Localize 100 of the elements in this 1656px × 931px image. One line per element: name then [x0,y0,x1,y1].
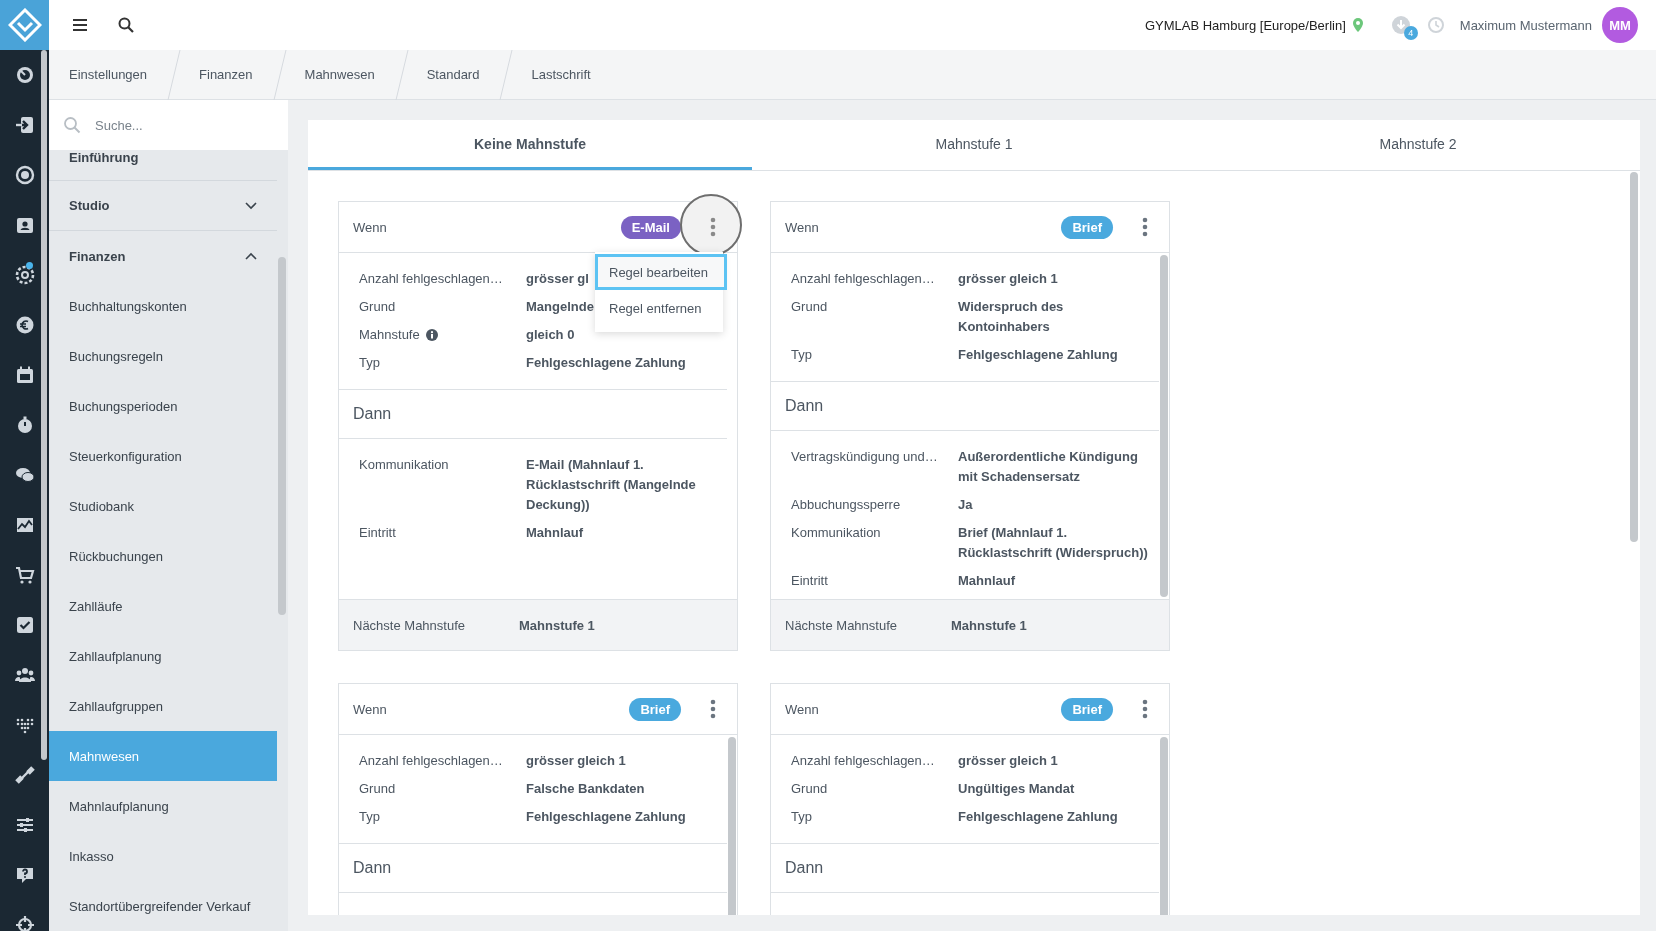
footer-label: Nächste Mahnstufe [353,617,466,633]
search-icon[interactable] [117,16,135,34]
field-label: Grund [791,298,828,316]
field-value: Fehlgeschlagene Zahlung [526,354,686,372]
field-value: grösser gleich 1 [526,752,626,770]
sidebar-item[interactable]: Zahllaufgruppen [49,681,277,731]
section-title: Dann [771,382,1159,431]
breadcrumb-link[interactable]: Lastschrift [531,67,611,82]
help-icon[interactable] [14,865,35,885]
sliders-icon[interactable] [14,815,35,835]
location-pin-icon [1351,18,1364,32]
field-value: Fehlgeschlagene Zahlung [526,808,686,826]
field-value: Falsche Bankdaten [526,780,645,798]
checkbox-icon[interactable] [14,615,35,635]
contact-card-icon[interactable] [14,215,35,235]
calendar-icon[interactable] [14,365,35,385]
footer-value: Mahnstufe 1 [519,617,595,633]
field-value: Mahnlauf [526,524,584,542]
chevron-icon [245,201,257,210]
field-label: Abbuchungssperre [791,496,901,514]
field-label: Eintritt [791,572,828,590]
field-value: grösser gleich 1 [958,752,1058,770]
section-title: Wenn [785,219,820,235]
breadcrumb-link[interactable]: Einstellungen [69,67,168,82]
section-title: Wenn [353,219,388,235]
scrollbar[interactable] [1160,255,1168,597]
target-icon[interactable] [14,165,35,185]
user-name[interactable]: Maximum Mustermann [1459,17,1592,33]
channel-tag: Brief [1061,215,1113,239]
gauge-icon[interactable] [14,65,35,85]
sidebar-item[interactable]: Rückbuchungen [49,531,277,581]
field-value: Ja [958,496,973,514]
count-badge: 4 [1403,26,1418,40]
field-label: Anzahl fehlgeschlagen… [791,752,935,770]
logo-icon[interactable] [0,0,49,50]
field-value: Fehlgeschlagene Zahlung [958,346,1118,364]
field-value: Brief (Mahnlauf 1. Rücklastschrift (Widerspruch)) [958,524,1149,562]
people-icon[interactable] [14,665,35,685]
footer-value: Mahnstufe 1 [951,617,1027,633]
location-label[interactable]: GYMLAB Hamburg [Europe/Berlin] [1144,17,1346,33]
field-label: Anzahl fehlgeschlagen… [791,270,935,288]
field-value: Mahnlauf [958,572,1016,590]
scrollbar[interactable] [1630,172,1638,542]
field-value: Außerordentliche Kündigung mit Schadensersatz [958,448,1139,486]
sidebar-item[interactable]: Zahlläufe [49,581,277,631]
download-icon[interactable] [1391,16,1410,34]
sidebar-item[interactable]: Buchungsperioden [49,381,277,431]
channel-tag: Brief [1061,697,1113,721]
field-label: Grund [359,298,396,316]
footer-label: Nächste Mahnstufe [785,617,898,633]
sidebar-item[interactable]: Studiobank [49,481,277,531]
field-value: Widerspruch des Kontoinhabers [958,298,1065,336]
section-title: Wenn [785,701,820,717]
sign-in-icon[interactable] [14,115,35,135]
field-label: Typ [359,354,380,372]
sidebar-item[interactable]: Buchhaltungskonten [49,281,277,331]
breadcrumb-link[interactable]: Mahnwesen [304,67,395,82]
scrollbar[interactable] [41,50,47,760]
tab[interactable]: Keine Mahnstufe [308,120,752,170]
section-title: Dann [771,844,1159,893]
sidebar-item[interactable]: Buchungsregeln [49,331,277,381]
sidebar-item[interactable]: Standortübergreifender Verkauf [49,881,277,931]
euro-icon[interactable] [14,315,35,335]
field-label: Grund [359,780,396,798]
sidebar-item[interactable]: Mahnlaufplanung [49,781,277,831]
sidebar-item[interactable]: Steuerkonfiguration [49,431,277,481]
breadcrumb-link[interactable]: Finanzen [199,67,273,82]
field-value: grösser gl [526,270,589,288]
cart-icon[interactable] [14,565,35,585]
sidebar-item[interactable]: Finanzen [49,231,277,281]
chart-icon[interactable] [14,515,35,535]
menu-item[interactable]: Regel entfernen [595,290,723,326]
sidebar-item[interactable]: Zahllaufplanung [49,631,277,681]
field-value: gleich 0 [526,326,575,344]
user-avatar[interactable]: MM [1602,7,1638,43]
sidebar-item[interactable]: Inkasso [49,831,277,881]
field-label: Anzahl fehlgeschlagen… [359,752,503,770]
field-label: Grund [791,780,828,798]
field-label: Typ [791,346,812,364]
section-title: Wenn [353,701,388,717]
breadcrumb-link[interactable]: Standard [426,67,500,82]
tab[interactable]: Mahnstufe 1 [752,120,1196,170]
sidebar-item[interactable]: Einführung [49,150,277,181]
menu-item[interactable]: Regel bearbeiten [595,254,727,290]
channel-tag: Brief [629,697,681,721]
menu-icon[interactable] [71,16,89,34]
scrollbar[interactable] [278,257,286,615]
field-value: Mangelnde [526,298,594,316]
field-value: E-Mail (Mahnlauf 1. Rücklastschrift (Mangelnde Deckung)) [526,456,697,514]
tab[interactable]: Mahnstufe 2 [1196,120,1640,170]
chat-icon[interactable] [14,465,35,485]
gear-icon[interactable] [14,265,35,285]
field-value: Fehlgeschlagene Zahlung [958,808,1118,826]
dumbbell-icon[interactable] [14,765,35,785]
sidebar-item[interactable]: Studio [49,181,277,231]
crosshair-icon[interactable] [14,915,35,931]
channel-tag: E-Mail [620,215,681,239]
field-label: Kommunikation [791,524,881,542]
field-label: Typ [359,808,380,826]
search-icon [63,116,81,134]
